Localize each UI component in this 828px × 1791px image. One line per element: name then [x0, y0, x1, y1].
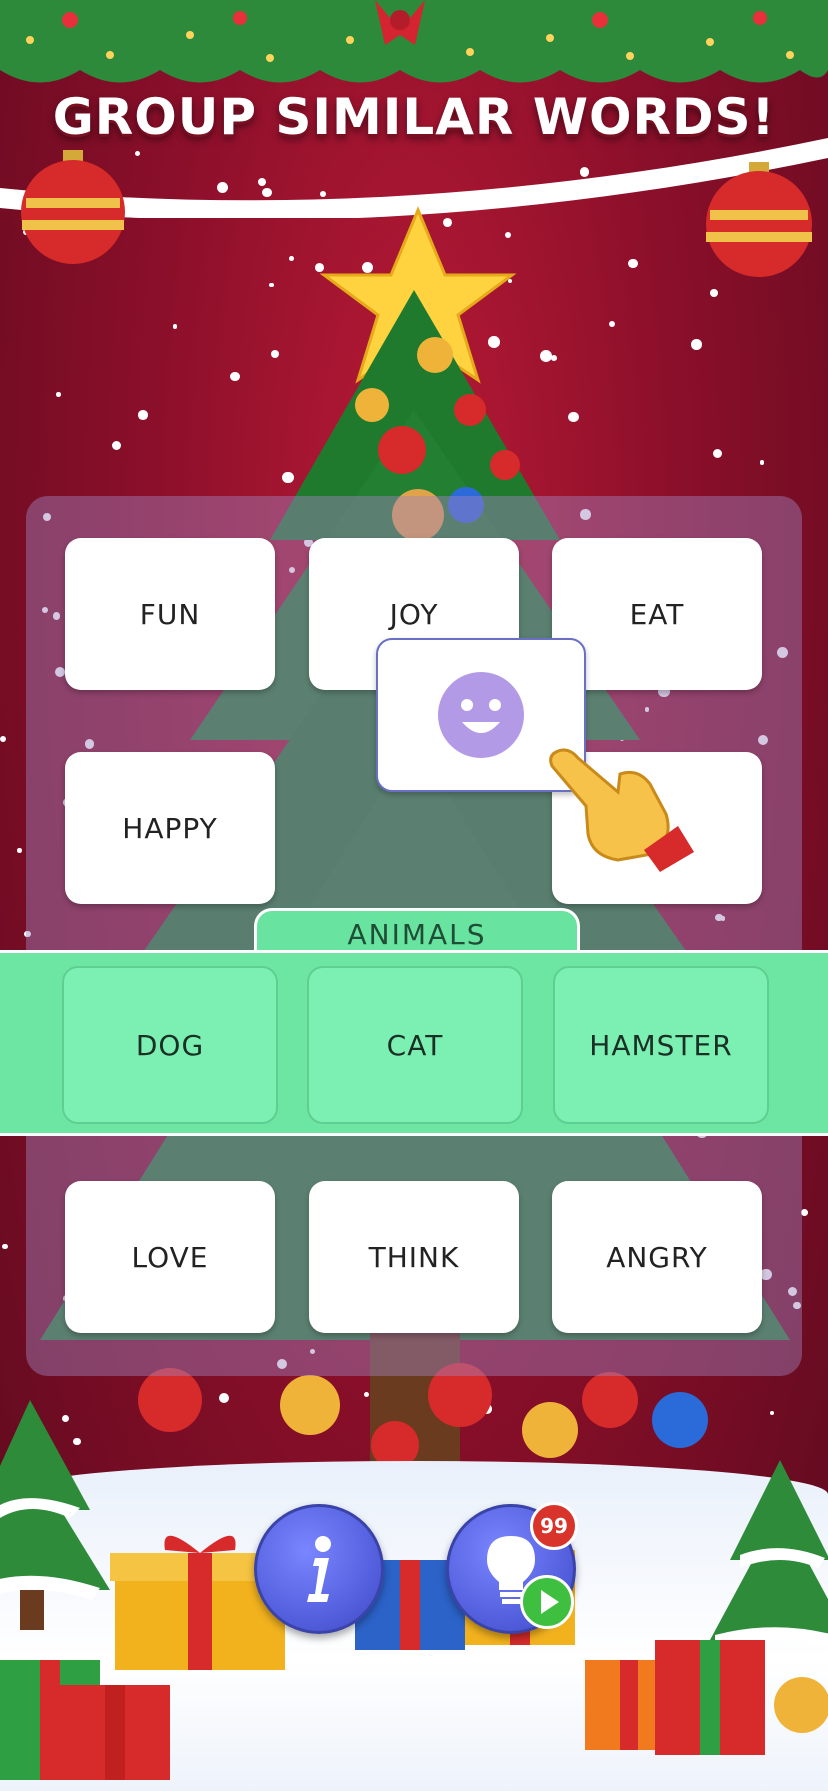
gold-bauble — [774, 1677, 828, 1733]
hint-count-badge: 99 — [530, 1502, 578, 1550]
info-button[interactable] — [254, 1504, 384, 1634]
word-tile[interactable]: HAPPY — [65, 752, 275, 904]
word-tile[interactable]: FUN — [65, 538, 275, 690]
word-tile-label: ANGRY — [606, 1240, 708, 1274]
solved-word-label: DOG — [135, 1028, 205, 1062]
word-tile[interactable]: ANGRY — [552, 1181, 762, 1333]
smiley-face-icon — [438, 672, 524, 758]
word-tile-label: HAPPY — [122, 811, 218, 845]
word-tile[interactable]: LOVE — [65, 1181, 275, 1333]
pointing-hand-icon — [549, 748, 694, 872]
gift-box-green — [0, 1660, 170, 1780]
word-tile-label: THINK — [368, 1240, 460, 1274]
top-garland — [0, 0, 828, 83]
game-title: GROUP SIMILAR WORDS! — [52, 88, 776, 146]
play-icon[interactable] — [520, 1575, 574, 1629]
solved-word-tile: DOG — [62, 966, 278, 1124]
word-tile-label: FUN — [139, 597, 201, 631]
solved-word-tile: CAT — [307, 966, 523, 1124]
gift-box-orange — [585, 1640, 765, 1755]
solved-word-label: CAT — [386, 1028, 444, 1062]
solved-word-label: HAMSTER — [589, 1028, 733, 1062]
info-icon — [307, 1536, 331, 1602]
solved-word-tile: HAMSTER — [553, 966, 769, 1124]
word-tile-label: EAT — [629, 597, 685, 631]
word-tile[interactable]: THINK — [309, 1181, 519, 1333]
word-tile-label: LOVE — [131, 1240, 209, 1274]
word-tile-label: JOY — [389, 597, 439, 631]
